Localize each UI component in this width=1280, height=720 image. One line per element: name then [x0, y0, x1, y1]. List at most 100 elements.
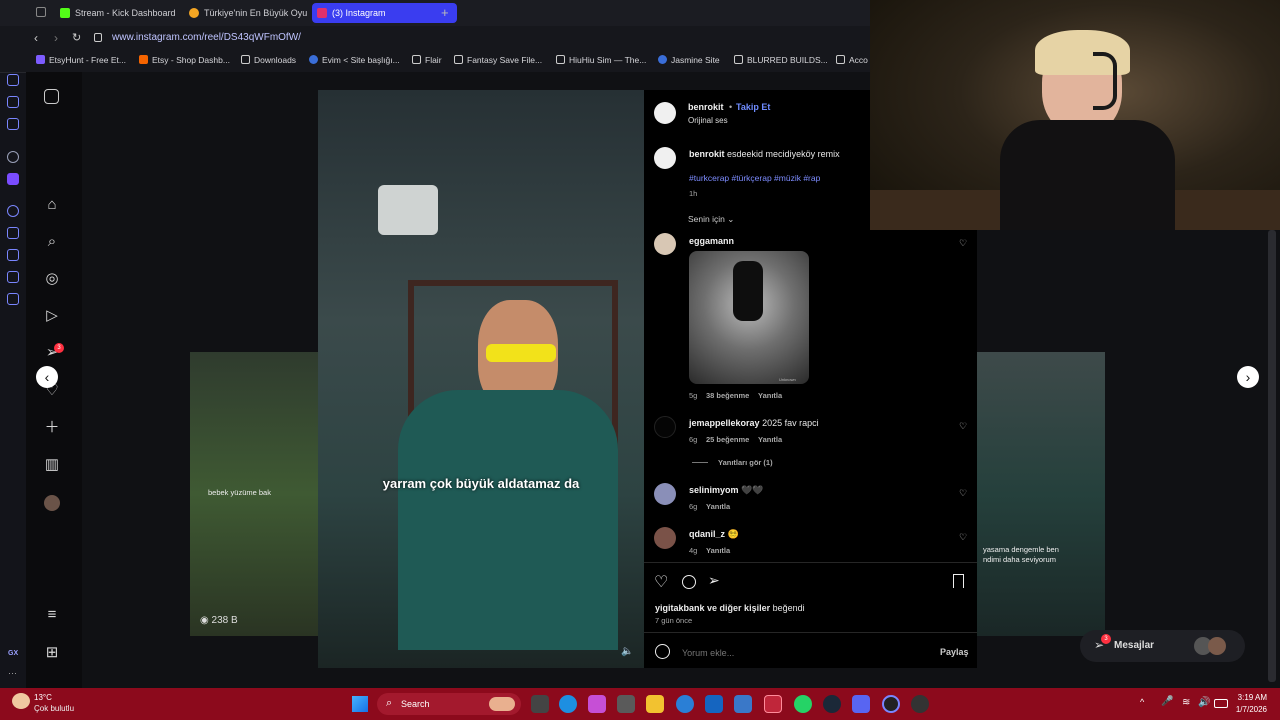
clock-time[interactable]: 3:19 AM: [1233, 693, 1267, 702]
comment-user[interactable]: qdanil_z: [689, 529, 725, 539]
comment-icon[interactable]: [682, 575, 696, 589]
bookmark-item[interactable]: Fantasy Save File...: [454, 55, 542, 65]
reply-button[interactable]: Yanıtla: [706, 546, 730, 555]
comment-like-icon[interactable]: ♡: [959, 488, 967, 499]
next-reel-button[interactable]: ›: [1237, 366, 1259, 388]
windows-start-icon[interactable]: [352, 696, 368, 712]
obs-icon[interactable]: [882, 695, 900, 713]
comment-avatar[interactable]: [654, 233, 676, 255]
caption-author-avatar[interactable]: [654, 147, 676, 169]
bookmark-item[interactable]: BLURRED BUILDS...: [734, 55, 828, 65]
file-explorer-icon[interactable]: [646, 695, 664, 713]
bookmark-item[interactable]: HiuHiu Sim — The...: [556, 55, 646, 65]
store-icon[interactable]: [617, 695, 635, 713]
panel-notes-icon[interactable]: [7, 118, 19, 130]
comment-user[interactable]: selinimyom: [689, 485, 739, 495]
clock-date[interactable]: 1/7/2026: [1229, 705, 1267, 714]
audio-label[interactable]: Orijinal ses: [688, 116, 728, 125]
bookmark-item[interactable]: Downloads: [241, 55, 296, 65]
share-icon[interactable]: ➢: [708, 572, 720, 589]
copilot-icon[interactable]: [588, 695, 606, 713]
hashtags[interactable]: #turkcerap #türkçerap #müzik #rap: [689, 173, 820, 183]
author-avatar[interactable]: [654, 102, 676, 124]
bookmark-item[interactable]: Evim < Site başlığı...: [309, 55, 400, 65]
microphone-icon[interactable]: 🎤: [1161, 696, 1173, 707]
bookmark-item[interactable]: Flair: [412, 55, 442, 65]
tab-kick[interactable]: Stream - Kick Dashboard: [55, 3, 200, 23]
weather-condition[interactable]: Çok bulutlu: [34, 704, 74, 713]
twitch-icon[interactable]: [7, 173, 19, 185]
mute-icon[interactable]: 🔈: [621, 646, 633, 657]
post-comment-button[interactable]: Paylaş: [940, 647, 969, 657]
bookmark-item[interactable]: Jasmine Site: [658, 55, 720, 65]
whatsapp-icon[interactable]: [794, 695, 812, 713]
tab-overview-icon[interactable]: [36, 7, 46, 17]
reel-video[interactable]: yarram çok büyük aldatamaz da 🔈: [318, 90, 644, 668]
outlook-icon[interactable]: [705, 695, 723, 713]
panel-send-icon[interactable]: [7, 227, 19, 239]
menu-icon[interactable]: ≡: [44, 607, 60, 623]
create-icon[interactable]: ＋: [44, 420, 60, 436]
back-icon[interactable]: ‹: [34, 31, 38, 45]
battery-icon[interactable]: [1214, 699, 1228, 708]
comment-like-icon[interactable]: ♡: [959, 421, 967, 432]
edge-icon[interactable]: [559, 695, 577, 713]
emoji-icon[interactable]: [655, 644, 670, 659]
panel-calendar-icon[interactable]: [7, 293, 19, 305]
reply-button[interactable]: Yanıtla: [758, 391, 782, 400]
messages-pill[interactable]: ➢ 3 Mesajlar: [1080, 630, 1245, 662]
comment-like-icon[interactable]: ♡: [959, 532, 967, 543]
weather-icon[interactable]: [12, 693, 30, 709]
tab-turkiye[interactable]: Türkiye'nin En Büyük Oyu: [184, 3, 324, 23]
dashboard-icon[interactable]: ▥: [44, 457, 60, 473]
comment-input[interactable]: [680, 644, 924, 662]
likes-summary[interactable]: yigitakbank ve diğer kişiler beğendi: [655, 603, 805, 613]
author-name[interactable]: benrokit: [688, 102, 724, 112]
app-icon[interactable]: [911, 695, 929, 713]
apps-icon[interactable]: ⊞: [44, 645, 60, 661]
panel-mail-icon[interactable]: [7, 271, 19, 283]
opera-gx-icon[interactable]: [764, 695, 782, 713]
comment-likes[interactable]: 25 beğenme: [706, 435, 749, 444]
comment-likes[interactable]: 38 beğenme: [706, 391, 749, 400]
comment-like-icon[interactable]: ♡: [959, 238, 967, 249]
comment-user[interactable]: jemappellekoray: [689, 418, 760, 428]
reels-icon[interactable]: ▷: [44, 308, 60, 324]
lock-icon[interactable]: [94, 33, 102, 42]
app-icon[interactable]: [676, 695, 694, 713]
comment-image[interactable]: Unknown: [689, 251, 809, 384]
bookmark-item[interactable]: EtsyHunt - Free Et...: [36, 55, 126, 65]
reply-button[interactable]: Yanıtla: [706, 502, 730, 511]
panel-downloads-icon[interactable]: [7, 74, 19, 86]
follow-button[interactable]: Takip Et: [736, 102, 770, 112]
view-replies-button[interactable]: Yanıtları gör (1): [718, 458, 773, 467]
page-scrollbar[interactable]: [1268, 230, 1276, 682]
previous-reel-preview[interactable]: bebek yüzüme bak ◉ 238 B: [190, 352, 318, 636]
likes-user[interactable]: yigitakbank: [655, 603, 705, 613]
app-icon[interactable]: [734, 695, 752, 713]
comment-avatar[interactable]: [654, 527, 676, 549]
save-bookmark-icon[interactable]: [953, 574, 964, 588]
panel-history-icon[interactable]: [7, 96, 19, 108]
bookmark-item[interactable]: Etsy - Shop Dashb...: [139, 55, 230, 65]
caption-user[interactable]: benrokit: [689, 149, 725, 159]
profile-avatar[interactable]: [44, 495, 60, 511]
weather-temp[interactable]: 13°C: [34, 693, 52, 702]
explore-icon[interactable]: ◎: [44, 271, 60, 287]
panel-translate-icon[interactable]: [7, 249, 19, 261]
steam-icon[interactable]: [823, 695, 841, 713]
next-reel-preview[interactable]: yasama dengemle ben ndimi daha seviyorum: [977, 352, 1105, 636]
tray-chevron-icon[interactable]: ^: [1140, 697, 1144, 707]
home-icon[interactable]: ⌂: [44, 197, 60, 213]
like-icon[interactable]: ♡: [654, 572, 668, 592]
comment-avatar[interactable]: [654, 416, 676, 438]
comment-user[interactable]: eggamann: [689, 236, 734, 246]
tab-instagram[interactable]: (3) Instagram: [312, 3, 457, 23]
forward-icon[interactable]: ›: [54, 31, 58, 45]
bookmark-item[interactable]: Acco: [836, 55, 868, 65]
search-icon[interactable]: ⌕: [44, 234, 60, 250]
task-view-icon[interactable]: [531, 695, 549, 713]
volume-icon[interactable]: 🔊: [1198, 697, 1210, 708]
chatgpt-icon[interactable]: [7, 151, 19, 163]
wifi-icon[interactable]: ≋: [1182, 697, 1190, 708]
